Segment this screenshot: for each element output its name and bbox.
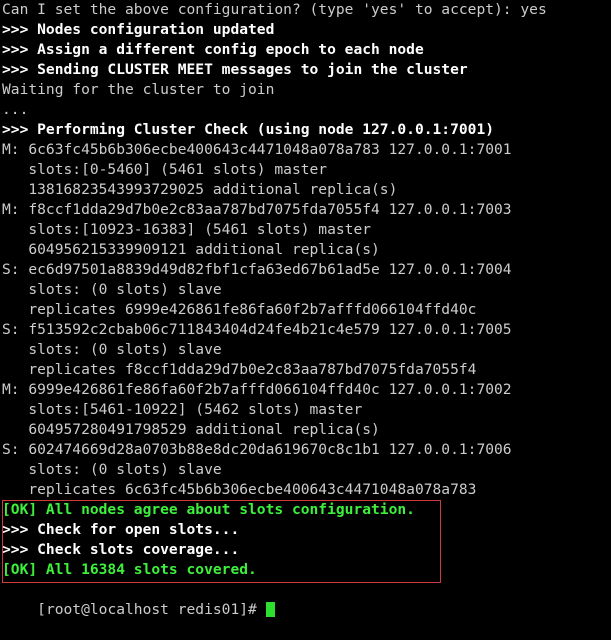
terminal-line: 604956215339909121 additional replica(s) bbox=[0, 240, 611, 260]
terminal-line: slots: (0 slots) slave bbox=[0, 460, 611, 480]
terminal-line: slots:[5461-10922] (5462 slots) master bbox=[0, 400, 611, 420]
terminal-line-text: slots:[0-5460] (5461 slots) master bbox=[2, 161, 328, 178]
terminal-line-text: 13816823543993729025 additional replica(… bbox=[2, 181, 398, 198]
terminal-line: >>> Performing Cluster Check (using node… bbox=[0, 120, 611, 140]
terminal-line: ... bbox=[0, 100, 611, 120]
terminal-line-text: Can I set the above configuration? (type… bbox=[2, 1, 547, 18]
terminal-line-text: >>> Performing Cluster Check (using node… bbox=[2, 121, 495, 138]
terminal-line-text: slots:[10923-16383] (5461 slots) master bbox=[2, 221, 372, 238]
terminal-line: [OK] All nodes agree about slots configu… bbox=[0, 500, 611, 520]
terminal-line: S: ec6d97501a8839d49d82fbf1cfa63ed67b61a… bbox=[0, 260, 611, 280]
terminal-line-text: >>> Check slots coverage... bbox=[2, 541, 240, 558]
terminal-line: [OK] All 16384 slots covered. bbox=[0, 560, 611, 580]
terminal-line: M: f8ccf1dda29d7b0e2c83aa787bd7075fda705… bbox=[0, 200, 611, 220]
terminal-line: slots:[10923-16383] (5461 slots) master bbox=[0, 220, 611, 240]
terminal-line: >>> Check for open slots... bbox=[0, 520, 611, 540]
terminal-line-text: 604957280491798529 additional replica(s) bbox=[2, 421, 380, 438]
terminal-line: M: 6999e426861fe86fa60f2b7afffd066104ffd… bbox=[0, 380, 611, 400]
terminal-line: >>> Nodes configuration updated bbox=[0, 20, 611, 40]
terminal-line-text: M: f8ccf1dda29d7b0e2c83aa787bd7075fda705… bbox=[2, 201, 512, 218]
terminal-line-text: slots:[5461-10922] (5462 slots) master bbox=[2, 401, 363, 418]
terminal-line-text: [OK] All 16384 slots covered. bbox=[2, 561, 257, 578]
terminal-line: >>> Check slots coverage... bbox=[0, 540, 611, 560]
terminal-line: S: f513592c2cbab06c711843404d24fe4b21c4e… bbox=[0, 320, 611, 340]
terminal-line: replicates f8ccf1dda29d7b0e2c83aa787bd70… bbox=[0, 360, 611, 380]
terminal-line-text: Waiting for the cluster to join bbox=[2, 81, 275, 98]
terminal-line-text: M: 6c63fc45b6b306ecbe400643c4471048a078a… bbox=[2, 141, 512, 158]
terminal-line-text: ... bbox=[2, 101, 29, 118]
terminal-line: 604957280491798529 additional replica(s) bbox=[0, 420, 611, 440]
terminal-line-text: replicates 6999e426861fe86fa60f2b7afffd0… bbox=[2, 301, 477, 318]
terminal-line-text: >>> Sending CLUSTER MEET messages to joi… bbox=[2, 61, 468, 78]
terminal-line-text: S: ec6d97501a8839d49d82fbf1cfa63ed67b61a… bbox=[2, 261, 512, 278]
terminal-line-text: >>> Check for open slots... bbox=[2, 521, 240, 538]
terminal-line: Can I set the above configuration? (type… bbox=[0, 0, 611, 20]
terminal-line-text: >>> Assign a different config epoch to e… bbox=[2, 41, 424, 58]
terminal-line-text: >>> Nodes configuration updated bbox=[2, 21, 275, 38]
terminal-line-text: replicates f8ccf1dda29d7b0e2c83aa787bd70… bbox=[2, 361, 477, 378]
terminal-line-text: slots: (0 slots) slave bbox=[2, 461, 222, 478]
terminal-line: slots: (0 slots) slave bbox=[0, 340, 611, 360]
terminal-line: slots:[0-5460] (5461 slots) master bbox=[0, 160, 611, 180]
terminal-line-text: S: f513592c2cbab06c711843404d24fe4b21c4e… bbox=[2, 321, 512, 338]
terminal-line-text: M: 6999e426861fe86fa60f2b7afffd066104ffd… bbox=[2, 381, 512, 398]
terminal-line: >>> Assign a different config epoch to e… bbox=[0, 40, 611, 60]
shell-prompt-line: [root@localhost redis01]# bbox=[0, 580, 611, 618]
terminal-line-text: 604956215339909121 additional replica(s) bbox=[2, 241, 380, 258]
terminal-line: >>> Sending CLUSTER MEET messages to joi… bbox=[0, 60, 611, 80]
terminal-line: replicates 6999e426861fe86fa60f2b7afffd0… bbox=[0, 300, 611, 320]
text-cursor bbox=[265, 602, 275, 617]
terminal-line: S: 602474669d28a0703b88e8dc20da619670c8c… bbox=[0, 440, 611, 460]
terminal-line-text: slots: (0 slots) slave bbox=[2, 341, 222, 358]
terminal-line-text: S: 602474669d28a0703b88e8dc20da619670c8c… bbox=[2, 441, 512, 458]
terminal-line-text: slots: (0 slots) slave bbox=[2, 281, 222, 298]
terminal-line-text: replicates 6c63fc45b6b306ecbe400643c4471… bbox=[2, 481, 477, 498]
terminal-window[interactable]: Can I set the above configuration? (type… bbox=[0, 0, 611, 618]
terminal-line: Waiting for the cluster to join bbox=[0, 80, 611, 100]
terminal-line-text: [OK] All nodes agree about slots configu… bbox=[2, 501, 415, 518]
terminal-line: slots: (0 slots) slave bbox=[0, 280, 611, 300]
prompt-text: [root@localhost redis01]# bbox=[37, 601, 266, 618]
terminal-line: 13816823543993729025 additional replica(… bbox=[0, 180, 611, 200]
terminal-line: replicates 6c63fc45b6b306ecbe400643c4471… bbox=[0, 480, 611, 500]
terminal-line: M: 6c63fc45b6b306ecbe400643c4471048a078a… bbox=[0, 140, 611, 160]
terminal-output-area: Can I set the above configuration? (type… bbox=[0, 0, 611, 580]
